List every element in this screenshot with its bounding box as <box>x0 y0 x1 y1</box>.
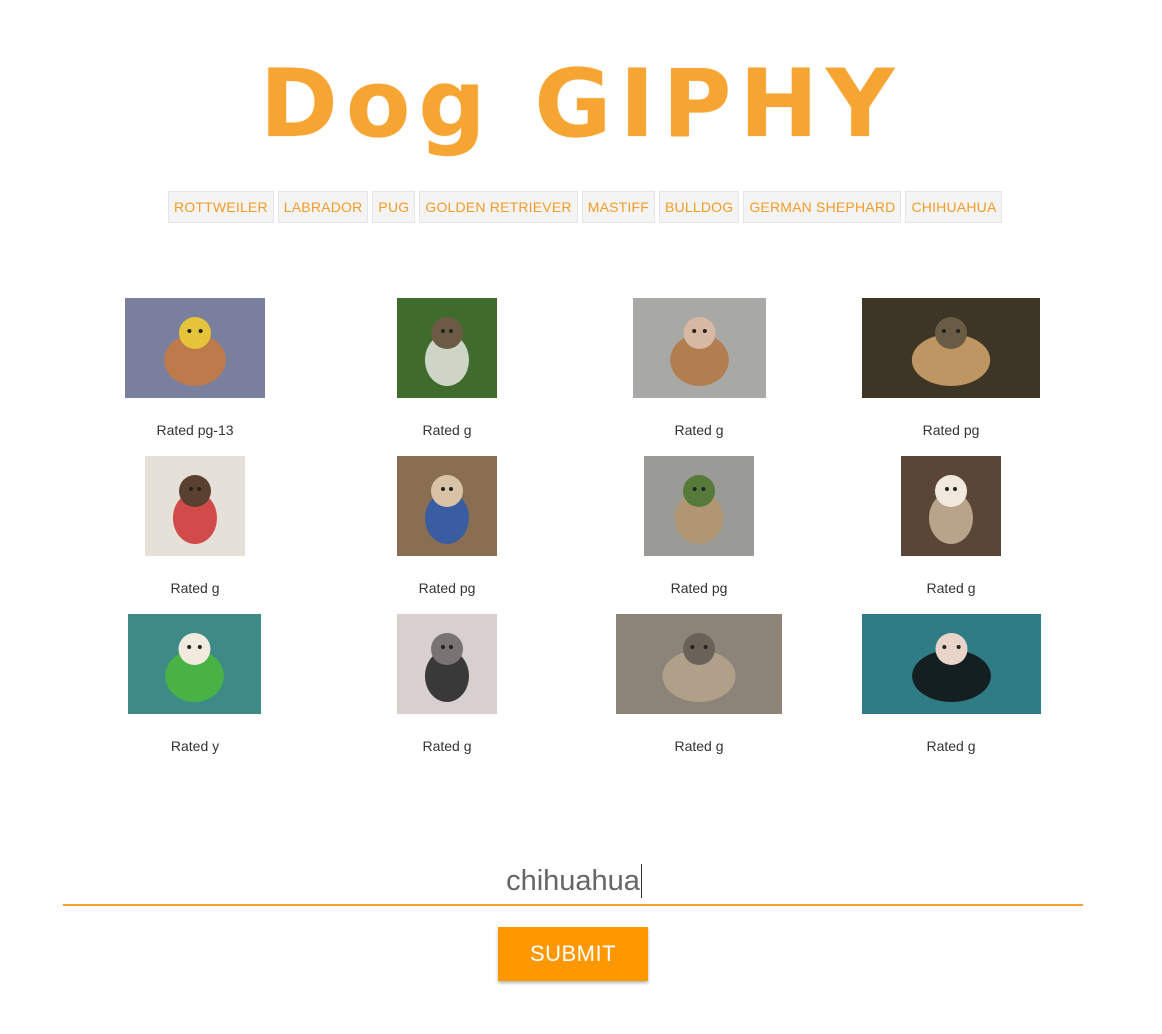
search-input[interactable] <box>63 858 1083 904</box>
gif-rating: Rated g <box>674 422 724 438</box>
breed-button-labrador[interactable]: LABRADOR <box>277 191 369 223</box>
breed-button-mastiff[interactable]: MASTIFF <box>581 191 655 223</box>
chihuahua-yoga-image <box>616 614 782 714</box>
chihuahua-swimming-image <box>862 614 1041 714</box>
gif-rating: Rated g <box>170 580 220 596</box>
gif-thumbnail[interactable] <box>397 456 497 556</box>
gif-thumbnail[interactable] <box>397 298 497 398</box>
gif-thumbnail[interactable] <box>128 614 261 714</box>
gif-rating: Rated y <box>170 738 220 754</box>
gif-rating: Rated g <box>422 738 472 754</box>
gif-rating: Rated pg <box>922 422 980 438</box>
chihuahua-on-grass-image <box>397 298 497 398</box>
breed-button-bar: ROTTWEILER LABRADOR PUG GOLDEN RETRIEVER… <box>168 191 1003 223</box>
breed-button-bulldog[interactable]: BULLDOG <box>659 191 740 223</box>
gif-thumbnail[interactable] <box>633 298 766 398</box>
chihuahua-green-toy-image <box>128 614 261 714</box>
breed-button-german-shephard[interactable]: GERMAN SHEPHARD <box>743 191 902 223</box>
chihuahua-in-costume-image <box>125 298 265 398</box>
puppy-on-floor-image <box>862 298 1040 398</box>
gif-thumbnail[interactable] <box>145 456 245 556</box>
gif-thumbnail[interactable] <box>644 456 754 556</box>
breed-button-golden-retriever[interactable]: GOLDEN RETRIEVER <box>419 191 578 223</box>
chihuahua-zebra-image <box>397 614 497 714</box>
dogs-with-popcorn-image <box>145 456 245 556</box>
breed-button-rottweiler[interactable]: ROTTWEILER <box>168 191 274 223</box>
superman-chihuahua-image <box>397 456 497 556</box>
gif-thumbnail[interactable] <box>862 614 1041 714</box>
app-title: Dog GIPHY <box>259 50 903 159</box>
gif-rating: Rated g <box>926 738 976 754</box>
gif-rating: Rated g <box>422 422 472 438</box>
gif-thumbnail[interactable] <box>901 456 1001 556</box>
chihuahua-hand-image <box>633 298 766 398</box>
gif-rating: Rated g <box>926 580 976 596</box>
gif-thumbnail[interactable] <box>616 614 782 714</box>
submit-button[interactable]: SUBMIT <box>498 927 648 981</box>
gif-rating: Rated g <box>674 738 724 754</box>
gif-rating: Rated pg <box>670 580 728 596</box>
breed-button-pug[interactable]: PUG <box>372 191 416 223</box>
gif-thumbnail[interactable] <box>125 298 265 398</box>
search-field <box>63 858 1083 906</box>
dog-on-sidewalk-image <box>644 456 754 556</box>
gif-rating: Rated pg-13 <box>156 422 234 438</box>
breed-button-chihuahua[interactable]: CHIHUAHUA <box>905 191 1003 223</box>
text-caret <box>641 864 642 898</box>
gif-thumbnail[interactable] <box>862 298 1040 398</box>
gif-rating: Rated pg <box>418 580 476 596</box>
puppy-on-couch-image <box>901 456 1001 556</box>
gif-thumbnail[interactable] <box>397 614 497 714</box>
